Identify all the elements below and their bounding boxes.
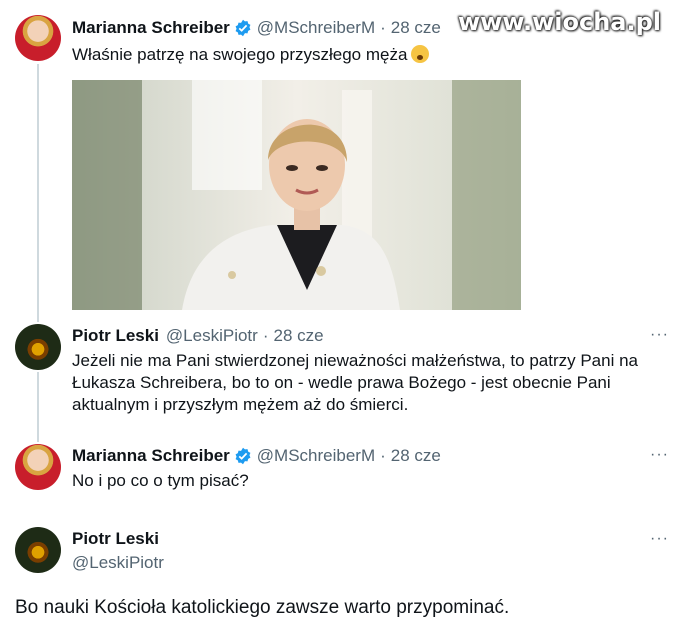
avatar[interactable]	[15, 15, 61, 61]
author-handle[interactable]: @MSchreiberM	[257, 446, 375, 466]
verified-badge-icon	[235, 19, 251, 37]
hushed-face-emoji-icon	[411, 45, 430, 63]
more-options-icon[interactable]: ···	[650, 326, 669, 344]
separator: ·	[380, 18, 386, 37]
separator: ·	[380, 446, 386, 465]
avatar[interactable]	[15, 324, 61, 370]
avatar[interactable]	[15, 444, 61, 490]
tweet-text: No i po co o tym pisać?	[72, 471, 249, 490]
timestamp[interactable]: 28 cze	[391, 18, 441, 38]
thread-connector	[37, 64, 39, 322]
author-handle[interactable]: @LeskiPiotr	[166, 326, 258, 346]
tweet-text: Bo nauki Kościoła katolickiego zawsze wa…	[15, 597, 510, 618]
author-name[interactable]: Marianna Schreiber	[72, 18, 230, 38]
author-handle[interactable]: @MSchreiberM	[257, 18, 375, 38]
more-options-icon[interactable]: ···	[650, 446, 669, 464]
tweet-photo[interactable]	[72, 80, 521, 310]
timestamp[interactable]: 28 cze	[391, 446, 441, 466]
author-name[interactable]: Marianna Schreiber	[72, 446, 230, 466]
photo-portrait-image	[72, 80, 521, 310]
author-handle[interactable]: @LeskiPiotr	[72, 553, 164, 573]
timestamp[interactable]: 28 cze	[274, 326, 324, 346]
avatar[interactable]	[15, 527, 61, 573]
author-name[interactable]: Piotr Leski	[72, 326, 159, 346]
more-options-icon[interactable]: ···	[650, 530, 669, 548]
watermark: www.wiocha.pl	[457, 8, 661, 36]
tweet-text: Jeżeli nie ma Pani stwierdzonej nieważno…	[72, 351, 638, 414]
separator: ·	[262, 326, 269, 345]
tweet-text: Właśnie patrzę na swojego przyszłego męż…	[72, 45, 408, 64]
thread-connector	[37, 372, 39, 442]
author-name[interactable]: Piotr Leski	[72, 529, 159, 549]
verified-badge-icon	[235, 447, 251, 465]
